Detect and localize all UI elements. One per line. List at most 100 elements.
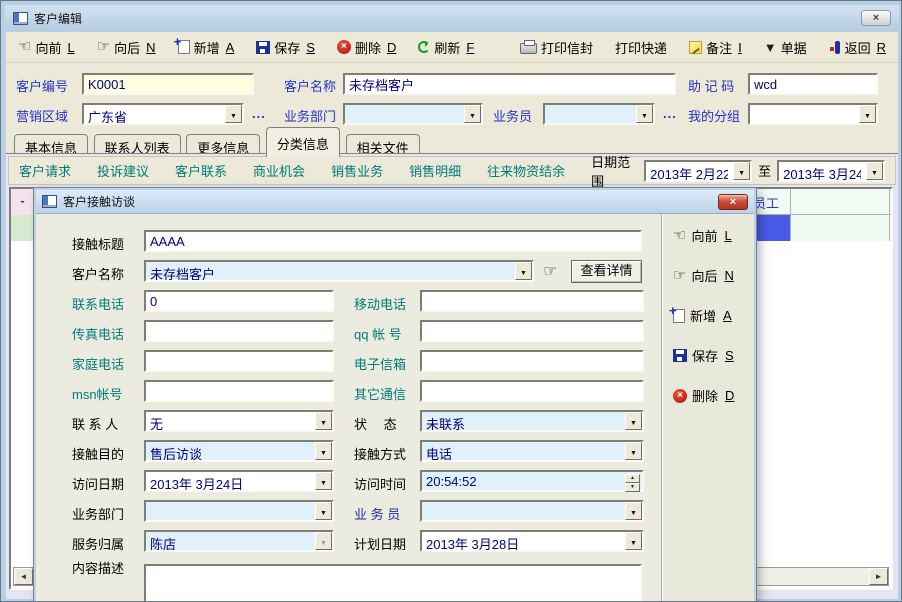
grid-selected-cell[interactable] — [757, 215, 790, 241]
home-phone-input[interactable] — [144, 350, 334, 372]
my-group-select[interactable] — [748, 103, 878, 125]
visit-time-label: 访问时间 — [354, 474, 406, 493]
dropdown-arrow-icon[interactable] — [625, 412, 642, 430]
region-more-button[interactable]: ... — [252, 106, 266, 121]
scroll-left-button[interactable]: ◄ — [14, 568, 33, 585]
spin-down-button[interactable]: ▼ — [625, 483, 640, 492]
tab-category-info[interactable]: 分类信息 — [266, 127, 340, 157]
link-sales-detail[interactable]: 销售明细 — [409, 161, 461, 180]
dialog-save-button[interactable]: 保存S — [673, 346, 734, 365]
customer-name-input[interactable] — [343, 73, 676, 95]
dialog-close-button[interactable]: × — [718, 194, 748, 210]
view-details-button[interactable]: 查看详情 — [571, 260, 642, 283]
grid-column-header-employee[interactable]: 员工 — [753, 193, 779, 212]
dropdown-arrow-icon[interactable] — [225, 105, 242, 123]
qq-input[interactable] — [420, 320, 644, 342]
dropdown-arrow-icon[interactable] — [515, 262, 532, 280]
refresh-hotkey: F — [466, 40, 474, 55]
return-button[interactable]: 返回R — [829, 38, 886, 57]
dialog-add-button[interactable]: 新增A — [673, 306, 732, 325]
dropdown-arrow-icon[interactable] — [625, 532, 642, 550]
grid-cell[interactable] — [791, 215, 889, 241]
contact-person-select[interactable]: 无 — [144, 410, 334, 432]
customer-no-input[interactable] — [82, 73, 254, 95]
link-complaint-suggestion[interactable]: 投诉建议 — [97, 161, 149, 180]
dropdown-arrow-icon[interactable] — [625, 502, 642, 520]
plan-date-select[interactable]: 2013年 3月28日 — [420, 530, 644, 552]
mnemonic-input[interactable] — [748, 73, 878, 95]
dropdown-arrow-icon[interactable] — [315, 472, 332, 490]
dropdown-arrow-icon[interactable] — [625, 442, 642, 460]
visit-time-spinner[interactable]: 20:54:52 ▲ ▼ — [420, 470, 644, 492]
dropdown-arrow-icon[interactable] — [315, 502, 332, 520]
prev-button[interactable]: ☜向前L — [18, 38, 75, 57]
print-envelope-button[interactable]: 打印信封 — [520, 38, 593, 57]
date-from-select[interactable]: 2013年 2月22日 — [644, 160, 752, 182]
window-close-button[interactable]: × — [861, 10, 891, 26]
status-select[interactable]: 未联系 — [420, 410, 644, 432]
email-input[interactable] — [420, 350, 644, 372]
msn-input[interactable] — [144, 380, 334, 402]
scroll-right-button[interactable]: ► — [869, 568, 888, 585]
link-sales-business[interactable]: 销售业务 — [331, 161, 383, 180]
print-express-button[interactable]: 打印快递 — [615, 38, 667, 57]
dropdown-arrow-icon[interactable] — [859, 105, 876, 123]
link-customer-request[interactable]: 客户请求 — [19, 161, 71, 180]
note-label: 备注 — [706, 38, 732, 57]
dialog-icon — [42, 195, 57, 208]
dropdown-arrow-icon[interactable] — [636, 105, 653, 123]
salesman-select[interactable] — [543, 103, 655, 125]
date-from-value: 2013年 2月22日 — [650, 164, 728, 182]
dropdown-arrow-icon[interactable] — [315, 442, 332, 460]
salesman-more-button[interactable]: ... — [663, 106, 677, 121]
note-button[interactable]: 备注I — [689, 38, 742, 57]
link-material-balance[interactable]: 往来物资结余 — [487, 161, 565, 180]
add-button[interactable]: 新增A — [178, 38, 235, 57]
salesman-label: 业 务 员 — [354, 504, 400, 523]
customer-no-label: 客户编号 — [16, 76, 68, 95]
delete-button[interactable]: ×删除D — [337, 38, 396, 57]
email-label: 电子信箱 — [354, 354, 406, 373]
customer-name-select[interactable]: 未存档客户 — [144, 260, 534, 282]
dept-select[interactable] — [144, 500, 334, 522]
time-spinner-buttons: ▲ ▼ — [625, 474, 640, 488]
visit-date-value: 2013年 3月24日 — [150, 474, 310, 492]
goto-customer-hand-icon[interactable]: ☞ — [543, 261, 557, 281]
dept-select[interactable] — [343, 103, 483, 125]
dropdown-arrow-icon[interactable] — [733, 162, 750, 180]
link-business-opportunity[interactable]: 商业机会 — [253, 161, 305, 180]
region-select[interactable]: 广东省 — [82, 103, 244, 125]
phone-input[interactable] — [144, 290, 334, 312]
mobile-input[interactable] — [420, 290, 644, 312]
fax-input[interactable] — [144, 320, 334, 342]
dropdown-arrow-icon[interactable] — [464, 105, 481, 123]
bills-button[interactable]: ▼单据 — [764, 38, 807, 57]
dialog-delete-button[interactable]: ×删除D — [673, 386, 734, 405]
my-group-label: 我的分组 — [688, 106, 740, 125]
other-contact-input[interactable] — [420, 380, 644, 402]
dialog-next-button[interactable]: ☞向后N — [673, 266, 734, 285]
contact-title-input[interactable] — [144, 230, 642, 252]
next-button[interactable]: ☞向后N — [97, 38, 156, 57]
refresh-button[interactable]: 刷新F — [418, 38, 474, 57]
salesman-select[interactable] — [420, 500, 644, 522]
spin-up-button[interactable]: ▲ — [625, 474, 640, 483]
date-to-select[interactable]: 2013年 3月24日 — [777, 160, 885, 182]
visit-date-select[interactable]: 2013年 3月24日 — [144, 470, 334, 492]
customer-name-label: 客户名称 — [284, 76, 336, 95]
dialog-prev-button[interactable]: ☜向前L — [673, 226, 732, 245]
save-button[interactable]: 保存S — [256, 38, 315, 57]
method-select[interactable]: 电话 — [420, 440, 644, 462]
delete-label: 删除 — [355, 38, 381, 57]
dropdown-arrow-icon[interactable] — [315, 412, 332, 430]
dialog-sidebar: ☜向前L ☞向后N 新增A 保存S ×删除D — [661, 214, 754, 602]
dept-label: 业务部门 — [284, 106, 336, 125]
description-textarea[interactable] — [144, 564, 642, 602]
purpose-select[interactable]: 售后访谈 — [144, 440, 334, 462]
link-customer-contact[interactable]: 客户联系 — [175, 161, 227, 180]
dropdown-arrow-icon[interactable] — [866, 162, 883, 180]
note-icon — [689, 41, 702, 54]
region-label: 营销区域 — [16, 106, 68, 125]
status-label: 状 态 — [354, 414, 397, 433]
date-range-label: 日期范围 — [591, 152, 638, 190]
